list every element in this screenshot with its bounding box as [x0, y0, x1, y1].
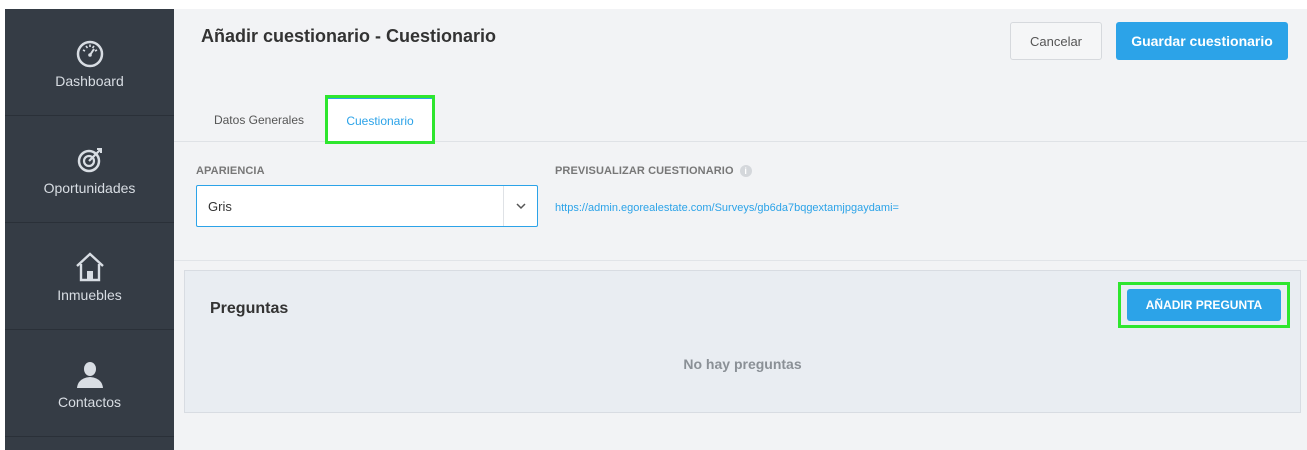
app-frame: Dashboard Oportunidades Inmuebles Contac…	[5, 9, 1307, 450]
empty-questions-message: No hay preguntas	[683, 356, 802, 372]
main-content: Añadir cuestionario - Cuestionario Cance…	[174, 9, 1307, 450]
sidebar-item-inmuebles[interactable]: Inmuebles	[5, 223, 174, 330]
questions-panel: Preguntas AÑADIR PREGUNTA No hay pregunt…	[184, 270, 1301, 413]
save-questionnaire-button[interactable]: Guardar cuestionario	[1116, 22, 1288, 60]
appearance-select[interactable]: Gris	[196, 185, 538, 227]
tab-bar: Datos Generales Cuestionario	[174, 95, 1307, 144]
tab-datos-generales[interactable]: Datos Generales	[204, 97, 314, 142]
page-title: Añadir cuestionario - Cuestionario	[201, 26, 497, 46]
info-icon[interactable]: i	[739, 165, 752, 178]
sidebar-item-dashboard[interactable]: Dashboard	[5, 9, 174, 116]
sidebar-item-contactos[interactable]: Contactos	[5, 330, 174, 437]
dashboard-gauge-icon	[72, 35, 108, 71]
sidebar: Dashboard Oportunidades Inmuebles Contac…	[5, 9, 174, 450]
cancel-button[interactable]: Cancelar	[1010, 22, 1102, 60]
questions-title: Preguntas	[210, 300, 289, 317]
appearance-label: APARIENCIA	[196, 165, 265, 177]
sidebar-item-label: Oportunidades	[43, 180, 136, 196]
tab-cuestionario[interactable]: Cuestionario	[325, 95, 435, 144]
home-icon	[72, 249, 108, 285]
sidebar-item-oportunidades[interactable]: Oportunidades	[5, 116, 174, 223]
preview-label: PREVISUALIZAR CUESTIONARIO	[555, 165, 734, 177]
appearance-select-value: Gris	[208, 198, 232, 214]
divider	[174, 260, 1307, 261]
add-question-button[interactable]: AÑADIR PREGUNTA	[1118, 282, 1290, 328]
sidebar-item-label: Contactos	[57, 394, 122, 410]
sidebar-item-label: Inmuebles	[57, 287, 122, 303]
preview-label-row: PREVISUALIZAR CUESTIONARIO i	[555, 165, 752, 178]
preview-url-link[interactable]: https://admin.egorealestate.com/Surveys/…	[555, 202, 899, 214]
sidebar-item-label: Dashboard	[55, 73, 124, 89]
add-question-button-label: AÑADIR PREGUNTA	[1127, 289, 1281, 321]
user-icon	[72, 356, 108, 392]
target-icon	[72, 142, 108, 178]
chevron-down-icon	[503, 186, 537, 226]
